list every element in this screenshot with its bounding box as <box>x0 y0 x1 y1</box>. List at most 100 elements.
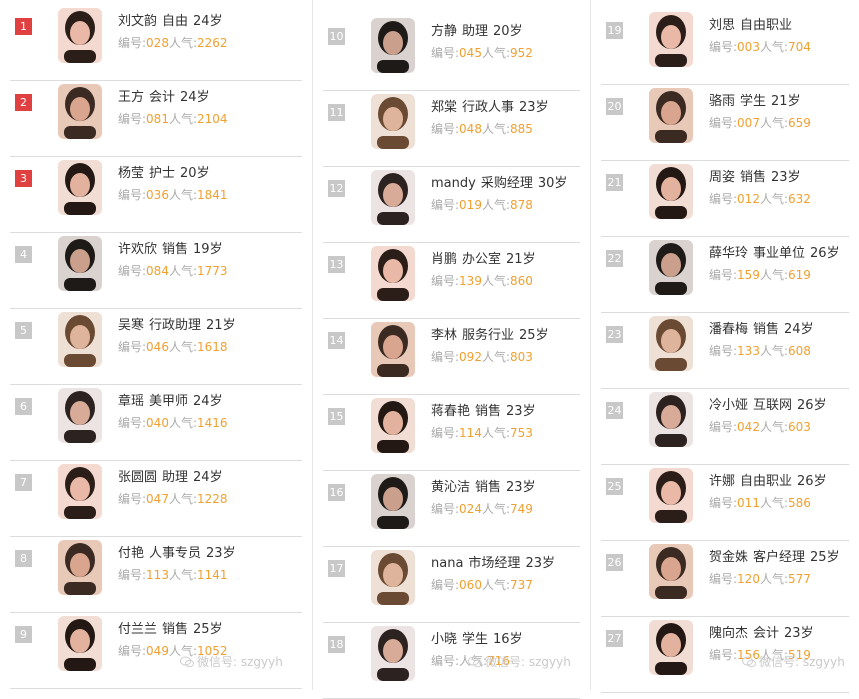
ranking-row[interactable]: 7 张圆圆 助理 24岁 编号:047人气:1228 <box>10 460 302 537</box>
profile-age: 19岁 <box>193 242 223 257</box>
profile-summary[interactable]: 刘文韵 自由 24岁 <box>118 10 223 29</box>
profile-summary[interactable]: 薛华玲 事业单位 26岁 <box>709 242 840 261</box>
avatar[interactable] <box>371 474 415 529</box>
ranking-row[interactable]: 11 郑棠 行政人事 23岁 编号:048人气:885 <box>323 90 580 167</box>
id-label: 编号: <box>709 268 738 282</box>
profile-summary[interactable]: 吴寒 行政助理 21岁 <box>118 314 236 333</box>
profile-summary[interactable]: 李林 服务行业 25岁 <box>431 324 549 343</box>
id-value: 048 <box>459 122 482 136</box>
avatar[interactable] <box>58 616 102 671</box>
ranking-row[interactable]: 21 周姿 销售 23岁 编号:012人气:632 <box>601 160 849 237</box>
ranking-row[interactable]: 22 薛华玲 事业单位 26岁 编号:159人气:619 <box>601 236 849 313</box>
avatar[interactable] <box>371 550 415 605</box>
ranking-row[interactable]: 23 潘春梅 销售 24岁 编号:133人气:608 <box>601 312 849 389</box>
avatar[interactable] <box>649 620 693 675</box>
ranking-row[interactable]: 1 刘文韵 自由 24岁 编号:028人气:2262 <box>10 4 302 81</box>
avatar[interactable] <box>371 246 415 301</box>
popularity-value: 1618 <box>197 340 228 354</box>
profile-age: 26岁 <box>810 246 840 261</box>
avatar[interactable] <box>371 18 415 73</box>
profile-summary[interactable]: 张圆圆 助理 24岁 <box>118 466 223 485</box>
avatar[interactable] <box>649 88 693 143</box>
ranking-row[interactable]: 8 付艳 人事专员 23岁 编号:113人气:1141 <box>10 536 302 613</box>
profile-summary[interactable]: mandy 采购经理 30岁 <box>431 172 567 191</box>
profile-summary[interactable]: 小晓 学生 16岁 <box>431 628 523 647</box>
avatar[interactable] <box>649 164 693 219</box>
ranking-row[interactable]: 3 杨莹 护士 20岁 编号:036人气:1841 <box>10 156 302 233</box>
avatar[interactable] <box>58 236 102 291</box>
avatar[interactable] <box>649 468 693 523</box>
profile-summary[interactable]: 王方 会计 24岁 <box>118 86 210 105</box>
ranking-row[interactable]: 16 黄沁洁 销售 23岁 编号:024人气:749 <box>323 470 580 547</box>
avatar[interactable] <box>371 94 415 149</box>
profile-summary[interactable]: 章瑶 美甲师 24岁 <box>118 390 223 409</box>
ranking-row[interactable]: 2 王方 会计 24岁 编号:081人气:2104 <box>10 80 302 157</box>
profile-summary[interactable]: 骆雨 学生 21岁 <box>709 90 801 109</box>
ranking-row[interactable]: 17 nana 市场经理 23岁 编号:060人气:737 <box>323 546 580 623</box>
profile-summary[interactable]: 刘思 自由职业 <box>709 14 797 33</box>
avatar[interactable] <box>371 398 415 453</box>
avatar[interactable] <box>58 84 102 139</box>
ranking-row[interactable]: 20 骆雨 学生 21岁 编号:007人气:659 <box>601 84 849 161</box>
profile-name: 许娜 <box>709 474 736 489</box>
popularity-value: 952 <box>510 46 533 60</box>
avatar[interactable] <box>371 626 415 681</box>
avatar[interactable] <box>649 316 693 371</box>
avatar[interactable] <box>371 322 415 377</box>
id-label: 编号: <box>118 188 147 202</box>
ranking-row[interactable]: 5 吴寒 行政助理 21岁 编号:046人气:1618 <box>10 308 302 385</box>
ranking-row[interactable]: 13 肖鹏 办公室 21岁 编号:139人气:860 <box>323 242 580 319</box>
ranking-row[interactable]: 14 李林 服务行业 25岁 编号:092人气:803 <box>323 318 580 395</box>
ranking-row[interactable]: 9 付兰兰 销售 25岁 编号:049人气:1052 <box>10 612 302 689</box>
ranking-row[interactable]: 12 mandy 采购经理 30岁 编号:019人气:878 <box>323 166 580 243</box>
profile-summary[interactable]: 付兰兰 销售 25岁 <box>118 618 223 637</box>
profile-summary[interactable]: 冷小娅 互联网 26岁 <box>709 394 827 413</box>
avatar[interactable] <box>58 8 102 63</box>
avatar[interactable] <box>649 544 693 599</box>
profile-summary[interactable]: 许欢欣 销售 19岁 <box>118 238 223 257</box>
profile-job: 学生 <box>740 94 767 109</box>
profile-name: 章瑶 <box>118 394 145 409</box>
ranking-row[interactable]: 10 方静 助理 20岁 编号:045人气:952 <box>323 14 580 91</box>
avatar[interactable] <box>649 12 693 67</box>
avatar[interactable] <box>58 160 102 215</box>
profile-summary[interactable]: 杨莹 护士 20岁 <box>118 162 210 181</box>
profile-summary[interactable]: 方静 助理 20岁 <box>431 20 523 39</box>
id-label: 编号: <box>431 274 460 288</box>
profile-job: 自由职业 <box>740 18 793 33</box>
profile-summary[interactable]: nana 市场经理 23岁 <box>431 552 555 571</box>
avatar[interactable] <box>58 312 102 367</box>
profile-summary[interactable]: 肖鹏 办公室 21岁 <box>431 248 536 267</box>
avatar[interactable] <box>371 170 415 225</box>
ranking-row[interactable]: 4 许欢欣 销售 19岁 编号:084人气:1773 <box>10 232 302 309</box>
rank-badge: 17 <box>328 560 345 577</box>
id-label: 编号: <box>709 40 738 54</box>
popularity-label: 人气: <box>481 502 510 516</box>
popularity-value: 753 <box>510 426 533 440</box>
profile-summary[interactable]: 黄沁洁 销售 23岁 <box>431 476 536 495</box>
portrait-icon <box>649 164 693 219</box>
ranking-row[interactable]: 25 许娜 自由职业 26岁 编号:011人气:586 <box>601 464 849 541</box>
avatar[interactable] <box>58 388 102 443</box>
profile-summary[interactable]: 付艳 人事专员 23岁 <box>118 542 236 561</box>
ranking-row[interactable]: 24 冷小娅 互联网 26岁 编号:042人气:603 <box>601 388 849 465</box>
profile-summary[interactable]: 许娜 自由职业 26岁 <box>709 470 827 489</box>
profile-summary[interactable]: 周姿 销售 23岁 <box>709 166 801 185</box>
avatar[interactable] <box>58 464 102 519</box>
rank-badge: 5 <box>15 322 32 339</box>
ranking-row[interactable]: 15 蒋春艳 销售 23岁 编号:114人气:753 <box>323 394 580 471</box>
profile-summary[interactable]: 隗向杰 会计 23岁 <box>709 622 814 641</box>
ranking-row[interactable]: 6 章瑶 美甲师 24岁 编号:040人气:1416 <box>10 384 302 461</box>
ranking-row[interactable]: 19 刘思 自由职业 编号:003人气:704 <box>601 8 849 85</box>
wechat-icon <box>180 656 194 668</box>
avatar[interactable] <box>649 392 693 447</box>
profile-summary[interactable]: 郑棠 行政人事 23岁 <box>431 96 549 115</box>
id-label: 编号: <box>709 344 738 358</box>
profile-summary[interactable]: 贺金姝 客户经理 25岁 <box>709 546 840 565</box>
avatar[interactable] <box>58 540 102 595</box>
portrait-icon <box>649 88 693 143</box>
avatar[interactable] <box>649 240 693 295</box>
profile-summary[interactable]: 潘春梅 销售 24岁 <box>709 318 814 337</box>
ranking-row[interactable]: 26 贺金姝 客户经理 25岁 编号:120人气:577 <box>601 540 849 617</box>
profile-summary[interactable]: 蒋春艳 销售 23岁 <box>431 400 536 419</box>
